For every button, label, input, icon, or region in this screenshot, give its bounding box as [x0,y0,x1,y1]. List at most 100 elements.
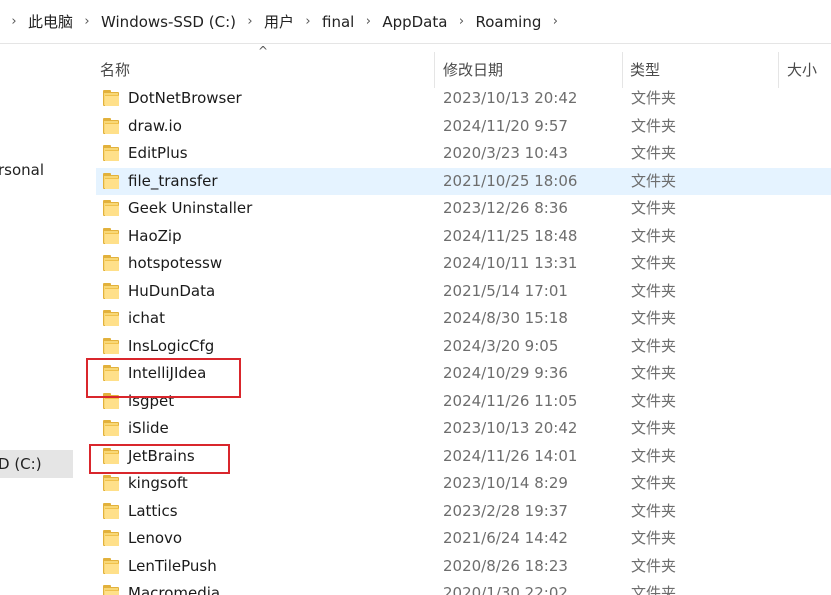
file-name[interactable]: JetBrains [128,443,195,470]
folder-icon [103,502,121,519]
file-name[interactable]: hotspotessw [128,250,222,277]
chevron-right-icon[interactable]: › [240,14,260,29]
folder-icon [103,475,121,491]
file-name[interactable]: DotNetBrowser [128,85,242,112]
file-date: 2024/11/20 9:57 [443,116,568,135]
file-date: 2024/10/29 9:36 [443,364,568,382]
file-date: 2024/10/11 13:31 [443,254,578,272]
nav-item-personal[interactable]: rsonal [0,156,78,184]
column-type[interactable]: 类型 [630,59,660,80]
nav-item-label: D (C:) [0,455,42,473]
file-type: 文件夹 [631,584,677,595]
file-type: 文件夹 [631,309,677,327]
file-type: 文件夹 [631,336,677,355]
file-name[interactable]: isgpet [128,388,174,415]
file-explorer-window: › 此电脑 › Windows-SSD (C:) › 用户 › final › … [0,0,831,595]
folder-icon [103,420,121,436]
file-date: 2024/11/26 11:05 [443,391,578,410]
file-name[interactable]: IntelliJIdea [128,360,206,387]
file-name[interactable]: Macromedia [128,580,220,595]
table-row[interactable]: Lattics 2023/2/28 19:37 文件夹 [96,498,831,526]
breadcrumb-roaming[interactable]: Roaming [471,13,545,31]
table-row[interactable]: Geek Uninstaller 2023/12/26 8:36 文件夹 [96,195,831,223]
nav-item-drive-c[interactable]: D (C:) [0,450,73,478]
file-type: 文件夹 [631,474,677,492]
table-row[interactable]: IntelliJIdea 2024/10/29 9:36 文件夹 [96,360,831,388]
file-name[interactable]: Lattics [128,498,178,525]
file-name[interactable]: kingsoft [128,470,188,497]
folder-icon [103,310,121,326]
file-type: 文件夹 [631,226,677,245]
chevron-right-icon[interactable]: › [358,14,378,29]
table-row[interactable]: JetBrains 2024/11/26 14:01 文件夹 [96,443,831,471]
table-row[interactable]: HaoZip 2024/11/25 18:48 文件夹 [96,223,831,251]
table-row[interactable]: isgpet 2024/11/26 11:05 文件夹 [96,388,831,416]
address-bar[interactable]: › 此电脑 › Windows-SSD (C:) › 用户 › final › … [0,0,831,44]
file-date: 2024/11/25 18:48 [443,226,578,245]
table-row[interactable]: Macromedia 2020/1/30 22:02 文件夹 [96,580,831,595]
breadcrumb-final[interactable]: final [318,13,358,31]
folder-icon [103,530,121,546]
column-date[interactable]: 修改日期 [443,59,503,80]
file-date: 2024/8/30 15:18 [443,309,568,327]
table-row[interactable]: InsLogicCfg 2024/3/20 9:05 文件夹 [96,333,831,361]
folder-icon [103,145,121,161]
table-row[interactable]: EditPlus 2020/3/23 10:43 文件夹 [96,140,831,168]
file-name[interactable]: iSlide [128,415,169,442]
file-name[interactable]: HuDunData [128,278,215,305]
folder-icon [103,392,121,409]
table-row[interactable]: LenTilePush 2020/8/26 18:23 文件夹 [96,553,831,581]
file-type: 文件夹 [631,364,677,382]
folder-icon [103,117,121,134]
file-date: 2023/10/14 8:29 [443,474,568,492]
file-type: 文件夹 [631,556,677,575]
table-row[interactable]: HuDunData 2021/5/14 17:01 文件夹 [96,278,831,306]
column-name[interactable]: 名称 [100,59,130,80]
table-row[interactable]: iSlide 2023/10/13 20:42 文件夹 [96,415,831,443]
table-row[interactable]: hotspotessw 2024/10/11 13:31 文件夹 [96,250,831,278]
breadcrumb-drive[interactable]: Windows-SSD (C:) [97,13,240,31]
chevron-right-icon[interactable]: › [4,14,24,29]
file-date: 2021/6/24 14:42 [443,529,568,547]
file-type: 文件夹 [631,254,677,272]
file-date: 2023/2/28 19:37 [443,501,568,520]
file-type: 文件夹 [631,89,677,107]
table-row[interactable]: DotNetBrowser 2023/10/13 20:42 文件夹 [96,85,831,113]
file-date: 2023/12/26 8:36 [443,199,568,217]
file-name[interactable]: LenTilePush [128,553,217,580]
folder-icon [103,227,121,244]
chevron-right-icon[interactable]: › [451,14,471,29]
file-date: 2021/10/25 18:06 [443,171,578,190]
file-name[interactable]: EditPlus [128,140,188,167]
breadcrumb-appdata[interactable]: AppData [378,13,451,31]
folder-icon [103,282,121,299]
column-size[interactable]: 大小 [787,59,817,80]
folder-icon [103,447,121,464]
sort-up-icon: ^ [258,44,269,58]
folder-icon [103,90,121,106]
column-divider[interactable] [434,52,435,88]
table-row[interactable]: Lenovo 2021/6/24 14:42 文件夹 [96,525,831,553]
file-name[interactable]: ichat [128,305,165,332]
table-row[interactable]: ichat 2024/8/30 15:18 文件夹 [96,305,831,333]
file-name[interactable]: Lenovo [128,525,182,552]
file-type: 文件夹 [631,171,677,190]
file-date: 2020/1/30 22:02 [443,584,568,595]
chevron-right-icon[interactable]: › [545,14,565,29]
column-divider[interactable] [778,52,779,88]
table-row[interactable]: kingsoft 2023/10/14 8:29 文件夹 [96,470,831,498]
file-name[interactable]: draw.io [128,113,182,140]
file-name[interactable]: file_transfer [128,168,218,195]
column-divider[interactable] [622,52,623,88]
file-name[interactable]: InsLogicCfg [128,333,214,360]
file-date: 2020/8/26 18:23 [443,556,568,575]
breadcrumb-this-pc[interactable]: 此电脑 [24,11,77,32]
breadcrumb-users[interactable]: 用户 [260,11,298,32]
file-type: 文件夹 [631,391,677,410]
file-name[interactable]: HaoZip [128,223,182,250]
chevron-right-icon[interactable]: › [298,14,318,29]
table-row[interactable]: draw.io 2024/11/20 9:57 文件夹 [96,113,831,141]
chevron-right-icon[interactable]: › [77,14,97,29]
file-name[interactable]: Geek Uninstaller [128,195,252,222]
table-row[interactable]: file_transfer 2021/10/25 18:06 文件夹 [96,167,831,195]
